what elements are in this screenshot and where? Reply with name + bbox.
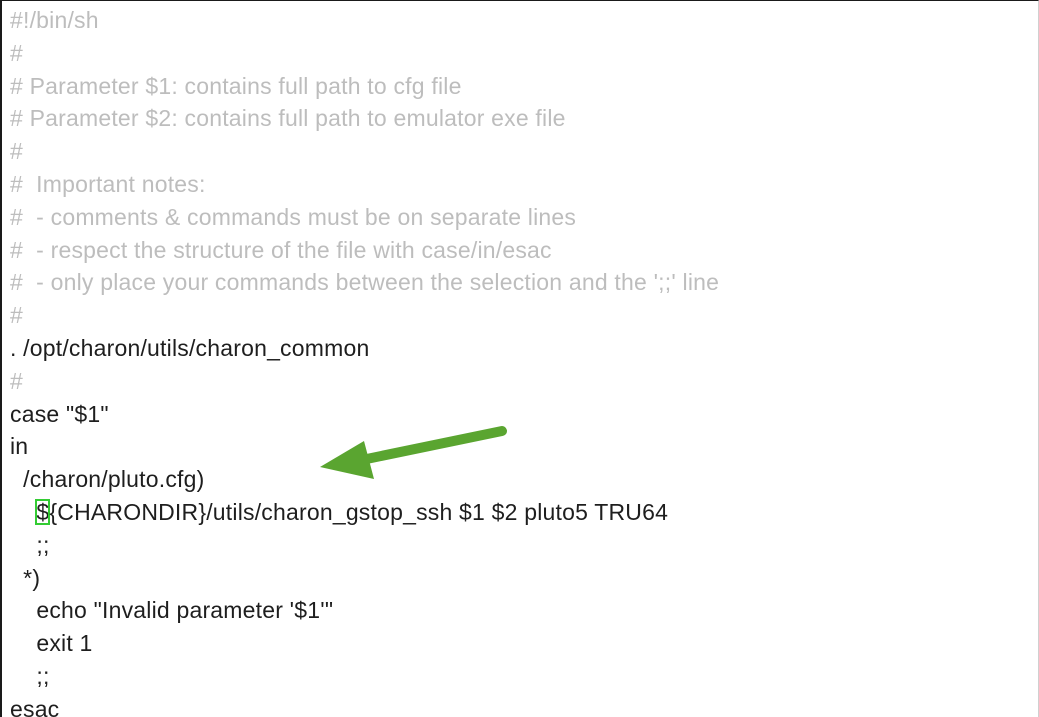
code-line-comment: # Parameter $1: contains full path to cf… <box>10 72 462 99</box>
code-line-terminator: ;; <box>10 662 50 689</box>
code-line-shebang: #!/bin/sh <box>10 7 99 33</box>
arrow-head <box>320 441 374 479</box>
code-line-comment: # - only place your commands between the… <box>10 269 720 296</box>
arrow-shaft <box>352 426 507 466</box>
code-line-default-pattern: *) <box>10 564 41 591</box>
code-line-comment: # <box>10 367 23 394</box>
code-line-comment: # - respect the structure of the file wi… <box>10 236 552 263</box>
code-area[interactable]: #!/bin/sh # # Parameter $1: contains ful… <box>10 4 719 717</box>
code-line-source: . /opt/charon/utils/charon_common <box>10 334 370 361</box>
code-line-echo: echo "Invalid parameter '$1'" <box>10 597 334 624</box>
code-line-esac: esac <box>10 695 60 717</box>
code-line-command: ${CHARONDIR}/utils/charon_gstop_ssh $1 $… <box>10 496 719 529</box>
code-line-comment: # <box>10 39 23 66</box>
text-cursor[interactable]: $ <box>35 498 51 525</box>
command-text: {CHARONDIR}/utils/charon_gstop_ssh $1 $2… <box>49 498 669 525</box>
code-line-comment: # <box>10 302 23 329</box>
code-line-exit: exit 1 <box>10 630 93 657</box>
code-line-terminator: ;; <box>10 531 50 558</box>
code-line-comment: # Important notes: <box>10 170 206 197</box>
code-line-comment: # Parameter $2: contains full path to em… <box>10 105 566 132</box>
green-arrow-icon <box>320 426 507 479</box>
script-editor[interactable]: #!/bin/sh # # Parameter $1: contains ful… <box>0 0 1039 717</box>
code-line-comment: # <box>10 138 23 165</box>
code-line-comment: # - comments & commands must be on separ… <box>10 203 577 230</box>
